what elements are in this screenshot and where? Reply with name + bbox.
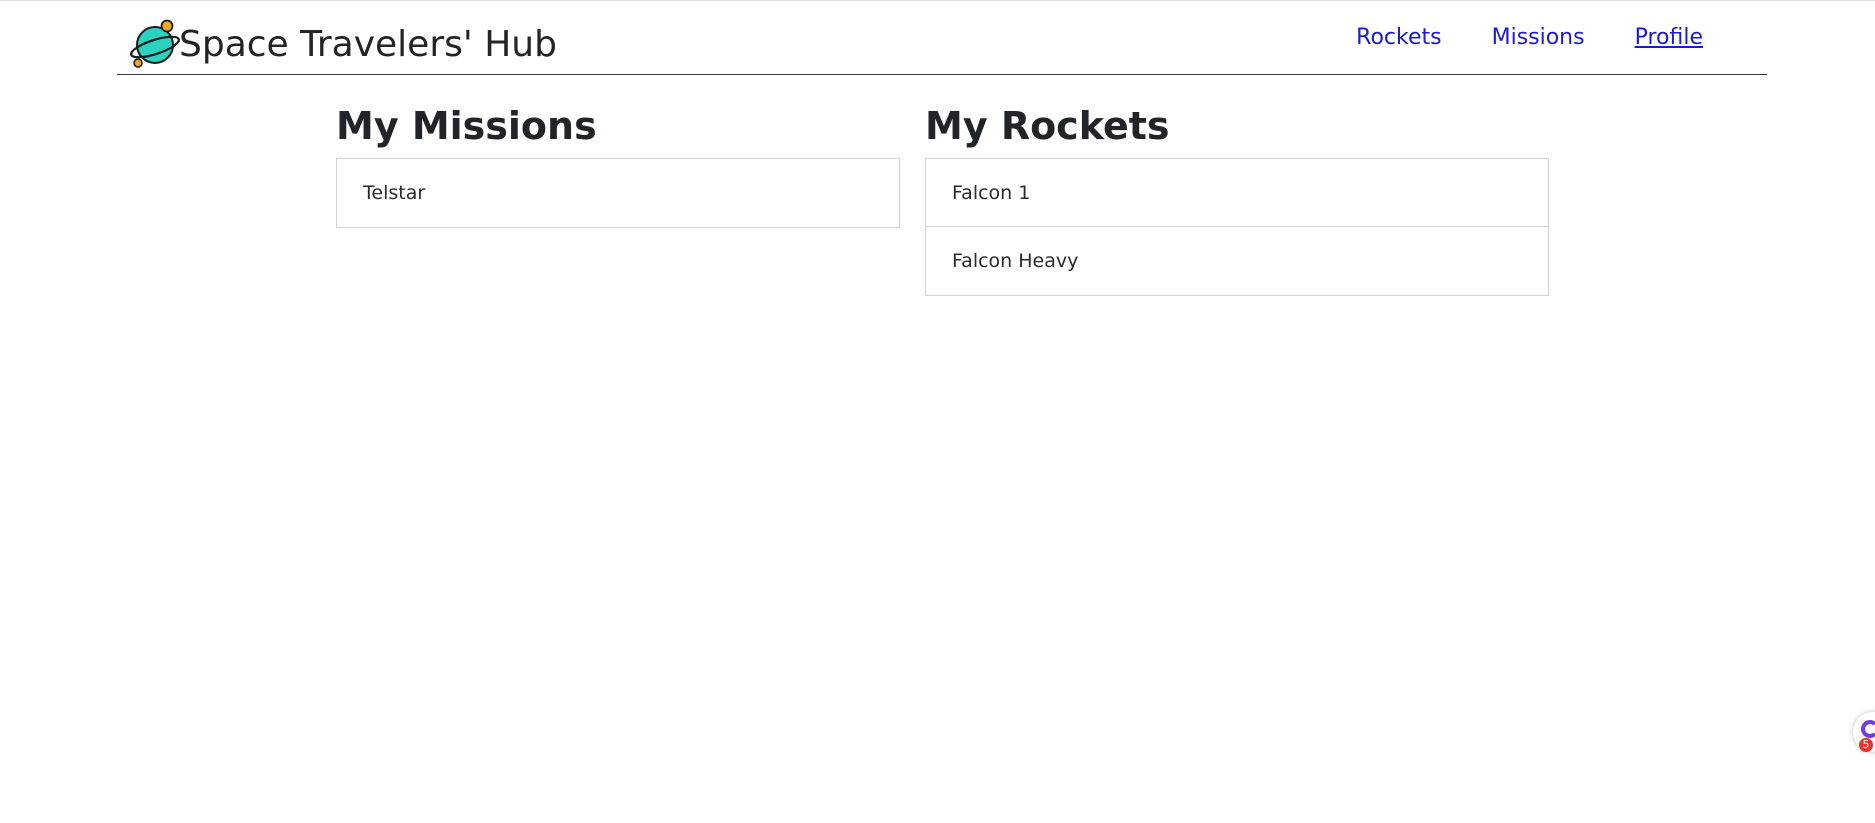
mission-list-item: Telstar [363, 182, 426, 204]
nav-link-rockets[interactable]: Rockets [1356, 23, 1441, 53]
planet-icon [130, 19, 180, 68]
my-rockets-section: My Rockets Falcon 1 Falcon Heavy [925, 100, 1549, 296]
my-rockets-heading: My Rockets [925, 104, 1170, 148]
brand[interactable]: Space Travelers' Hub [129, 17, 557, 73]
site-title: Space Travelers' Hub [179, 24, 557, 65]
nav-link-profile[interactable]: Profile [1635, 23, 1703, 53]
rocket-list-item: Falcon 1 [926, 159, 1548, 227]
notification-badge: 5 [1859, 738, 1873, 752]
assistant-widget-button[interactable]: 5 [1853, 712, 1875, 752]
missions-list: Telstar [336, 158, 900, 228]
nav-link-missions[interactable]: Missions [1492, 23, 1585, 53]
main-nav: Rockets Missions Profile [1356, 23, 1703, 53]
my-missions-section: My Missions Telstar [336, 100, 900, 228]
assistant-icon [1861, 720, 1875, 738]
my-missions-heading: My Missions [336, 104, 597, 148]
rocket-list-item: Falcon Heavy [952, 250, 1079, 272]
rockets-list: Falcon 1 Falcon Heavy [925, 158, 1549, 296]
site-header: Space Travelers' Hub Rockets Missions Pr… [117, 0, 1767, 75]
